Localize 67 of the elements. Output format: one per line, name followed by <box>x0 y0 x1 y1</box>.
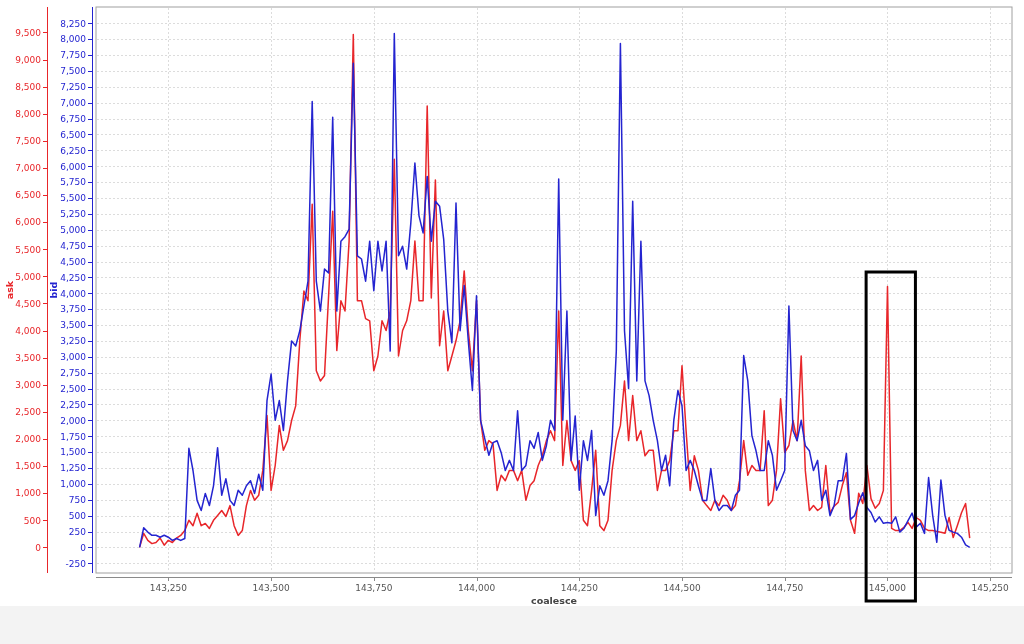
tick-label: 7,000 <box>60 98 86 108</box>
tick-label: 2,250 <box>60 399 86 410</box>
tick-label: 6,750 <box>60 113 86 124</box>
tick-label: 143,250 <box>149 583 187 593</box>
tick-label: 143,500 <box>252 583 290 593</box>
tick-label: 7,000 <box>15 163 41 174</box>
tick-label: 6,500 <box>15 190 41 201</box>
tick-label: 6,500 <box>60 129 86 140</box>
tick-label: 6,250 <box>60 145 86 156</box>
tick-label: 144,500 <box>663 583 701 593</box>
tick-label: 3,750 <box>60 304 86 315</box>
tick-label: 0 <box>35 542 41 553</box>
tick-label: 7,500 <box>15 136 41 147</box>
tick-label: 9,000 <box>15 54 41 65</box>
tick-label: 5,000 <box>60 225 86 236</box>
tick-label: 0 <box>80 542 86 553</box>
tick-label: 3,000 <box>60 352 86 363</box>
tick-label: 5,500 <box>60 193 86 204</box>
axis-title: ask <box>3 280 15 300</box>
tick-label: 8,000 <box>60 34 86 45</box>
tick-label: 144,250 <box>560 583 598 593</box>
tick-label: 3,250 <box>60 336 86 347</box>
tick-label: -250 <box>65 558 86 569</box>
tick-label: 4,750 <box>60 240 86 251</box>
tick-label: 3,500 <box>60 320 86 331</box>
tick-label: 4,500 <box>60 256 86 267</box>
tick-label: 2,000 <box>15 434 41 445</box>
tick-label: 500 <box>23 515 41 526</box>
axis-title: bid <box>48 281 59 299</box>
tick-label: 750 <box>68 495 86 506</box>
tick-label: 144,000 <box>457 583 496 593</box>
tick-label: 9,500 <box>15 27 41 38</box>
tick-label: 1,750 <box>60 431 86 442</box>
tick-label: 7,750 <box>60 50 86 61</box>
tick-label: 500 <box>68 510 86 521</box>
tick-label: 7,500 <box>60 66 86 77</box>
tick-label: 5,000 <box>15 271 41 282</box>
tick-label: 8,250 <box>60 18 86 29</box>
tick-label: 8,500 <box>15 81 41 92</box>
tick-label: 4,000 <box>15 325 41 336</box>
tick-label: 6,000 <box>15 217 41 228</box>
tick-label: 3,500 <box>15 352 41 363</box>
tick-label: 7,250 <box>60 82 86 93</box>
tick-label: 2,750 <box>60 368 86 378</box>
tick-label: 5,750 <box>60 177 86 188</box>
tick-label: 5,250 <box>60 209 86 220</box>
tick-label: 1,000 <box>15 488 41 499</box>
tick-label: 4,500 <box>15 298 41 309</box>
tick-label: 1,000 <box>60 479 86 490</box>
tick-label: 145,250 <box>971 583 1009 593</box>
tick-label: 1,500 <box>15 461 41 472</box>
tick-label: 2,500 <box>60 383 86 394</box>
tick-label: 8,000 <box>15 109 41 120</box>
tick-label: 145,000 <box>868 583 907 593</box>
tick-label: 2,000 <box>60 415 86 426</box>
tick-label: 144,750 <box>766 583 804 593</box>
tick-label: 143,750 <box>355 583 393 593</box>
tick-label: 6,000 <box>60 161 86 172</box>
tick-label: 2,500 <box>15 407 41 418</box>
tick-label: 5,500 <box>15 244 41 255</box>
tick-label: 3,000 <box>15 380 41 391</box>
tick-label: 1,500 <box>60 447 86 458</box>
axis-title: coalesce <box>531 594 577 606</box>
tick-label: 250 <box>68 526 86 537</box>
tick-label: 4,250 <box>60 272 86 283</box>
tick-label: 1,250 <box>60 463 86 474</box>
tick-label: 4,000 <box>60 288 86 299</box>
